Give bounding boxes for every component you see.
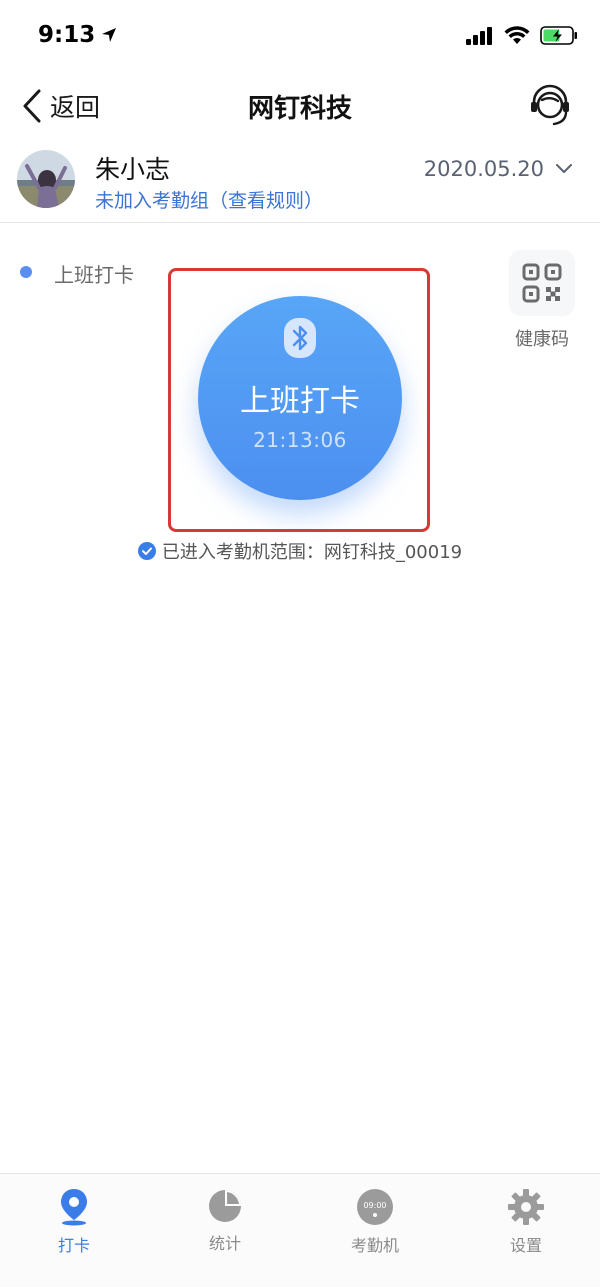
range-status: 已进入考勤机范围：网钉科技_00019 [0,538,600,564]
avatar[interactable] [17,150,75,208]
chevron-down-icon [556,164,572,173]
clock-in-time: 21:13:06 [253,428,347,452]
health-code-button[interactable] [509,250,575,316]
status-bar-time: 9:13 [38,22,117,48]
tab-attendance-machine[interactable]: 09:00 考勤机 [325,1188,425,1256]
tab-label: 打卡 [57,1236,90,1255]
status-bar-indicators [466,26,578,45]
tab-clock-in[interactable]: 打卡 [24,1188,124,1256]
headset-icon [531,84,569,126]
section-label: 上班打卡 [54,263,134,287]
check-circle-icon [137,542,156,560]
location-pin-icon [61,1189,87,1226]
tab-label: 考勤机 [350,1236,399,1255]
tab-settings[interactable]: 设置 [476,1188,576,1256]
range-status-text: 已进入考勤机范围：网钉科技_00019 [161,542,463,563]
selected-date: 2020.05.20 [423,157,544,181]
tab-bar: 打卡 统计 09:00 考勤机 设置 [0,1173,600,1287]
date-selector[interactable]: 2020.05.20 [424,157,572,181]
page-title: 网钉科技 [247,94,352,124]
tab-label: 统计 [208,1234,241,1253]
bluetooth-icon [284,318,316,358]
divider [0,222,600,223]
svg-text:09:00: 09:00 [363,1201,386,1210]
tab-label: 设置 [509,1236,542,1255]
user-name: 朱小志 [95,155,171,184]
signal-icon [466,26,492,45]
health-code-label: 健康码 [515,329,569,350]
attendance-machine-icon: 09:00 [357,1189,393,1225]
avatar-image [17,150,75,208]
tab-statistics[interactable]: 统计 [175,1188,275,1254]
clock-in-label: 上班打卡 [240,384,360,419]
status-time-text: 9:13 [38,22,96,48]
pie-chart-icon [209,1190,241,1222]
qr-code-icon [522,263,562,303]
attendance-group-rules-link[interactable]: 未加入考勤组（查看规则） [95,186,323,213]
clock-in-button[interactable]: 上班打卡 21:13:06 [198,296,402,500]
battery-charging-icon [540,26,577,45]
location-arrow-icon [102,28,117,42]
customer-service-button[interactable] [528,84,572,128]
timeline-dot [20,266,32,278]
wifi-icon [504,26,530,44]
gear-icon [508,1189,544,1225]
